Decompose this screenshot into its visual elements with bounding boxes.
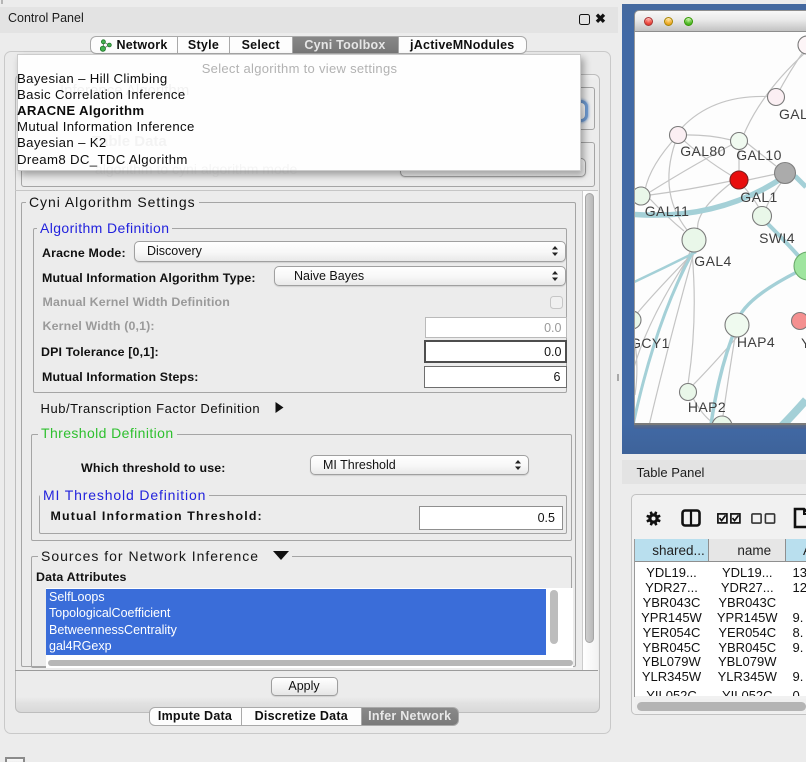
svg-text:Y: Y	[801, 335, 806, 351]
svg-text:GAL4: GAL4	[694, 253, 731, 269]
svg-text:HAP2: HAP2	[688, 399, 726, 415]
svg-text:GAL10: GAL10	[736, 147, 782, 163]
svg-text:GAL80: GAL80	[680, 143, 726, 159]
svg-text:HAP4: HAP4	[737, 334, 775, 350]
svg-text:GAL11: GAL11	[645, 203, 690, 219]
svg-text:SWI4: SWI4	[759, 230, 795, 246]
svg-text:GAL1: GAL1	[740, 189, 777, 205]
svg-text:GCY1: GCY1	[635, 335, 670, 351]
svg-text:GAL: GAL	[779, 106, 806, 122]
